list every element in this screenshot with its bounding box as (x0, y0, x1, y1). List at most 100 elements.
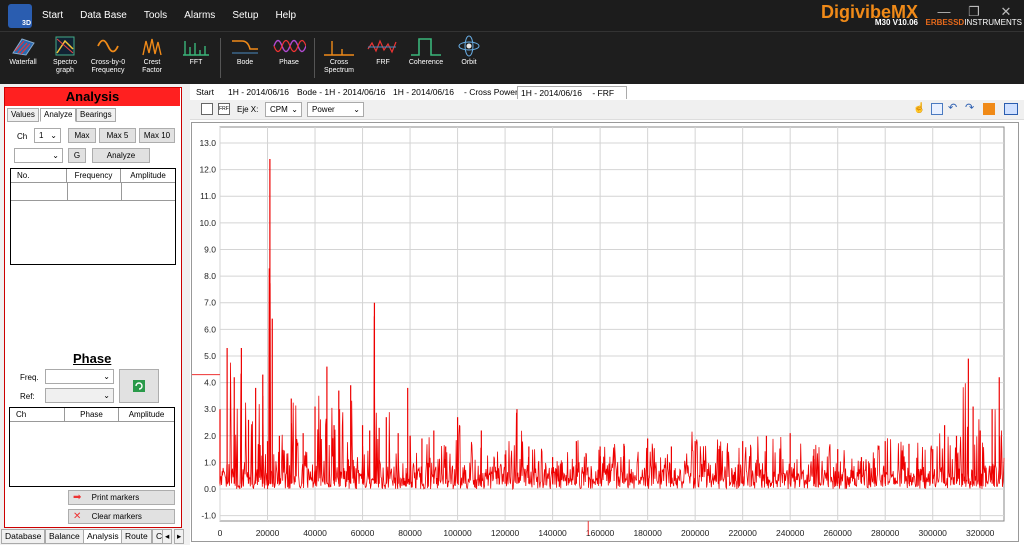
tab-route[interactable]: Route (121, 529, 152, 544)
tool-label: FFT (189, 59, 203, 66)
phase-icon (273, 39, 306, 53)
redo-icon[interactable]: ↷ (965, 103, 977, 115)
ch-label: Ch (17, 132, 28, 141)
tab-balance[interactable]: Balance (45, 529, 84, 544)
waterfall-icon (12, 38, 35, 56)
y-tick-label: 13.0 (199, 138, 216, 148)
crest-factor-button[interactable]: Crest Factor (129, 35, 175, 75)
tab-analysis[interactable]: Analysis (83, 529, 123, 544)
menu-help[interactable]: Help (275, 10, 296, 21)
max10-button[interactable]: Max 10 (139, 128, 175, 143)
y-tick-label: 10.0 (199, 218, 216, 228)
channel-select[interactable]: 1 ⌄ (34, 128, 61, 143)
tool-label-2: Factor (142, 67, 162, 74)
menu-start[interactable]: Start (42, 10, 63, 21)
close-icon[interactable]: ✕ (994, 4, 1018, 20)
analysis-toolbar: Waterfall Spectro graph Cross-by-0 Frequ… (0, 31, 1024, 84)
minimize-icon[interactable]: — (932, 4, 956, 19)
grid-toggle-icon[interactable] (201, 103, 213, 115)
refresh-phase-button[interactable] (119, 369, 159, 403)
menu-alarms[interactable]: Alarms (184, 10, 215, 21)
clear-markers-button[interactable]: ✕ Clear markers (68, 509, 175, 524)
app-logo[interactable]: 3D (8, 3, 32, 28)
coherence-button[interactable]: Coherence (403, 35, 449, 67)
tool-label-2: Frequency (91, 67, 125, 74)
max-button[interactable]: Max (68, 128, 96, 143)
doc-tab-1h[interactable]: 1H - 2014/06/16 (225, 86, 292, 99)
mode-select[interactable]: Power ⌄ (307, 102, 364, 117)
ref-select[interactable]: ⌄ (45, 388, 114, 403)
frf-chart[interactable]: 0 20000 40000 60000 80000 100000 120000 140000 1… (192, 123, 1018, 541)
doc-tab-cross-power-date[interactable]: 1H - 2014/06/16 (390, 86, 457, 99)
doc-tab-bode[interactable]: Bode - 1H - 2014/06/16 (294, 86, 388, 99)
plot-toolbar: FRF Eje X: CPM ⌄ Power ⌄ ☝ ↶ ↷ (190, 100, 1024, 120)
cross-by-0-button[interactable]: Cross-by-0 Frequency (85, 35, 131, 75)
cell-divider (67, 183, 68, 201)
analysis-title: Analysis (5, 88, 180, 106)
max5-button[interactable]: Max 5 (99, 128, 136, 143)
x-tick-label: 240000 (776, 528, 805, 538)
cross-spectrum-icon (324, 41, 354, 56)
x-tick-label: 180000 (633, 528, 662, 538)
copy-icon[interactable] (931, 103, 943, 115)
table-row[interactable] (11, 183, 175, 201)
chevron-down-icon: ⌄ (291, 105, 298, 114)
toolbar-separator (220, 38, 221, 78)
print-markers-button[interactable]: ➡ Print markers (68, 490, 175, 505)
menu-tools[interactable]: Tools (144, 10, 167, 21)
scroll-left-icon[interactable]: ◂ (162, 529, 173, 544)
x-axis-unit-value: CPM (270, 105, 288, 114)
scroll-right-icon[interactable]: ▸ (174, 529, 185, 544)
peaks-table: No. Frequency Amplitude (10, 168, 176, 265)
menu-bar: 3D Start Data Base Tools Alarms Setup He… (0, 0, 1024, 31)
y-tick-label: 3.0 (204, 404, 216, 414)
chevron-down-icon: ⌄ (52, 151, 59, 160)
waterfall-button[interactable]: Waterfall (0, 35, 46, 67)
analyze-select[interactable]: ⌄ (14, 148, 63, 163)
x-tick-label: 160000 (586, 528, 615, 538)
frf-button[interactable]: FRF (360, 35, 406, 67)
bode-button[interactable]: Bode (222, 35, 268, 67)
chevron-down-icon: ⌄ (103, 391, 110, 400)
doc-tab-start[interactable]: Start (193, 86, 217, 99)
tab-database[interactable]: Database (1, 529, 46, 544)
y-tick-label: 1.0 (204, 457, 216, 467)
tab-bearings[interactable]: Bearings (76, 108, 116, 122)
bottom-tabs: Database Balance Analysis Route C ◂ ▸ (0, 529, 188, 545)
fft-button[interactable]: FFT (173, 35, 219, 67)
col-header-amplitude: Amplitude (121, 169, 175, 183)
orbit-button[interactable]: Orbit (446, 35, 492, 67)
cross-spectrum-button[interactable]: Cross Spectrum (316, 35, 362, 75)
y-tick-label: -1.0 (201, 511, 216, 521)
phase-title: Phase (73, 351, 112, 366)
ref-label: Ref: (20, 392, 35, 401)
y-tick-label: 7.0 (204, 298, 216, 308)
x-axis-unit-select[interactable]: CPM ⌄ (265, 102, 302, 117)
y-tick-label: 2.0 (204, 431, 216, 441)
menu-setup[interactable]: Setup (232, 10, 258, 21)
refresh-icon (133, 380, 145, 392)
freq-select[interactable]: ⌄ (45, 369, 114, 384)
export-icon[interactable] (983, 103, 995, 115)
channel-value: 1 (39, 131, 44, 140)
restore-icon[interactable]: ❐ (962, 4, 986, 20)
tab-analyze[interactable]: Analyze (40, 108, 77, 122)
clear-markers-label: Clear markers (91, 512, 142, 521)
spectrograph-button[interactable]: Spectro graph (42, 35, 88, 75)
doc-tab-cross-power[interactable]: - Cross Power (461, 86, 521, 99)
chevron-down-icon: ⌄ (103, 372, 110, 381)
menu-database[interactable]: Data Base (80, 10, 127, 21)
orbit-icon (458, 35, 480, 57)
x-tick-label: 40000 (303, 528, 327, 538)
layout-icon[interactable] (1004, 103, 1018, 115)
frf-view-icon[interactable]: FRF (218, 103, 230, 115)
doc-tab-frf[interactable]: 1H - 2014/06/16 - FRF ✕ (517, 86, 627, 110)
cell-divider (121, 183, 122, 201)
phase-button[interactable]: Phase (266, 35, 312, 67)
g-button[interactable]: G (68, 148, 86, 163)
cursor-hand-icon[interactable]: ☝ (913, 103, 925, 115)
tool-label-2: graph (56, 67, 74, 74)
undo-icon[interactable]: ↶ (948, 103, 960, 115)
tab-values[interactable]: Values (7, 108, 39, 122)
analyze-button[interactable]: Analyze (92, 148, 150, 163)
